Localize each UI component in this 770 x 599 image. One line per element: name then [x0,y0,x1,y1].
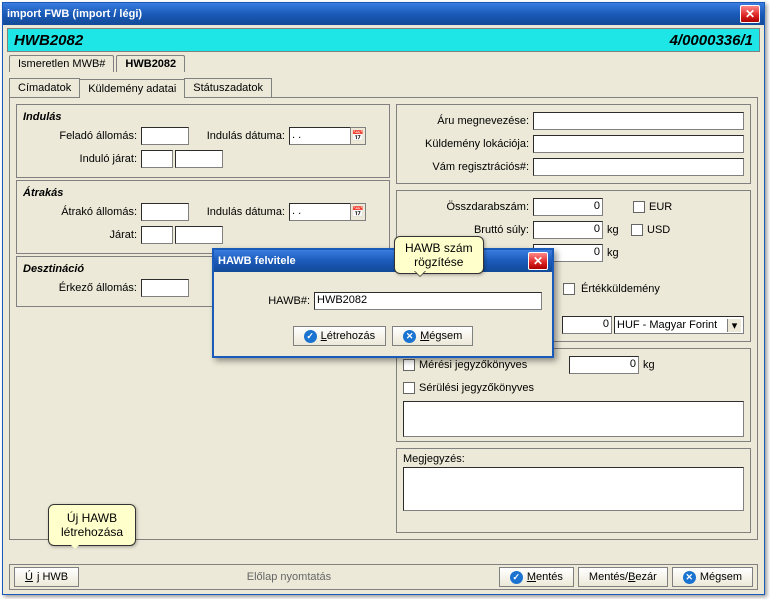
label-erkezo: Érkező állomás: [23,282,141,294]
textarea-jegyzokonyv[interactable] [403,401,744,437]
window-title: import FWB (import / légi) [7,8,740,20]
balloon-rogzites-line2: rögzítése [405,255,473,269]
chevron-down-icon: ▾ [727,319,741,332]
label-felado: Feladó állomás: [23,130,141,142]
button-uj-hwb[interactable]: ÚÚj HWBj HWB [14,567,79,587]
label-atrako: Átrakó állomás: [23,206,141,218]
input-atrako[interactable] [141,203,189,221]
balloon-rogzites-line1: HAWB szám [405,241,473,255]
label-usd: USD [647,224,670,236]
group-indulas-label: Indulás [23,111,383,123]
subtab-statusz[interactable]: Státuszadatok [184,78,272,97]
balloon-rogzites: HAWB szám rögzítése [394,236,484,274]
dialog-hawb: HAWB felvitele ✕ HAWB#: HWB2082 ✓ Létreh… [212,248,554,358]
checkbox-eur[interactable] [633,201,645,213]
input-hawb[interactable]: HWB2082 [314,292,542,310]
group-jegyzokonyv: Mérési jegyzőkönyves 0 kg Sérülési jegyz… [396,348,751,442]
input-vam[interactable] [533,158,744,176]
balloon-uj-line2: létrehozása [61,525,123,539]
tab-unknown-mwb[interactable]: Ismeretlen MWB# [9,55,114,72]
input-aru[interactable] [533,112,744,130]
checkbox-ertek[interactable] [563,283,575,295]
checkbox-usd[interactable] [631,224,643,236]
button-mentes-bezar[interactable]: Mentés/Bezár Mentés/Bezár [578,567,668,587]
input-jarat-1[interactable] [141,226,173,244]
input-ind-datum[interactable]: . . [289,127,351,145]
input-erkezo[interactable] [141,279,189,297]
checkbox-meresi[interactable] [403,359,415,371]
input-atr-datum[interactable]: . . [289,203,351,221]
x-icon: ✕ [683,571,696,584]
input-jarat-2[interactable] [175,226,223,244]
balloon-uj-hawb: Új HAWB létrehozása [48,504,136,546]
unit-kg3: kg [643,359,655,371]
group-megjegyzes: Megjegyzés: [396,448,751,533]
label-aru: Áru megnevezése: [403,115,533,127]
button-letrehozas[interactable]: ✓ Létrehozás Létrehozás [293,326,386,346]
input-brutto[interactable]: 0 [533,221,603,239]
calendar-icon[interactable]: 📅 [350,127,366,145]
calendar-icon[interactable]: 📅 [350,203,366,221]
label-indulo-jarat: Induló járat: [23,153,141,165]
group-aru: Áru megnevezése: Küldemény lokációja: Vá… [396,104,751,184]
label-atr-datum: Indulás dátuma: [189,206,289,218]
input-felado[interactable] [141,127,189,145]
input-indulo-jarat-2[interactable] [175,150,223,168]
label-vam: Vám regisztrációs#: [403,161,533,173]
x-icon: ✕ [403,330,416,343]
button-mentes[interactable]: ✓ Mentés Mentés [499,567,574,587]
window-titlebar: import FWB (import / légi) ✕ [3,3,764,25]
group-atrakas: Átrakás Átrakó állomás: Indulás dátuma: … [16,180,390,254]
group-indulas: Indulás Feladó állomás: Indulás dátuma: … [16,104,390,178]
textarea-megjegyzes[interactable] [403,467,744,511]
header-hwb: HWB2082 [14,32,83,49]
balloon-uj-line1: Új HAWB [61,511,123,525]
label-eur: EUR [649,201,672,213]
window-close-button[interactable]: ✕ [740,5,760,23]
header-bar: HWB2082 4/0000336/1 [7,28,760,52]
input-indulo-jarat-1[interactable] [141,150,173,168]
input-osszdarab[interactable]: 0 [533,198,603,216]
input-currency-val[interactable]: 0 [562,316,612,334]
label-ertek: Értékküldemény [581,283,660,295]
select-currency-text: HUF - Magyar Forint [617,319,717,331]
label-jarat: Járat: [23,229,141,241]
label-meresi: Mérési jegyzőkönyves [419,359,569,371]
subtab-kuldemeny[interactable]: Küldemény adatai [79,79,185,98]
label-ind-datum: Indulás dátuma: [189,130,289,142]
label-serulesi: Sérülési jegyzőkönyves [419,382,534,394]
label-brutto: Bruttó súly: [403,224,533,236]
unit-kg1: kg [607,224,631,236]
tab-hwb[interactable]: HWB2082 [116,55,185,72]
checkbox-serulesi[interactable] [403,382,415,394]
header-code: 4/0000336/1 [670,32,753,49]
label-elolap: Előlap nyomtatás [247,571,331,583]
unit-kg2: kg [607,247,619,259]
label-hawb: HAWB#: [224,295,314,307]
dialog-titlebar: HAWB felvitele ✕ [214,250,552,272]
check-icon: ✓ [510,571,523,584]
button-dialog-megsem[interactable]: ✕ Mégsem Mégsem [392,326,473,346]
check-icon: ✓ [304,330,317,343]
input-lok[interactable] [533,135,744,153]
select-currency[interactable]: HUF - Magyar Forint ▾ [614,316,744,334]
group-atrakas-label: Átrakás [23,187,383,199]
dialog-close-button[interactable]: ✕ [528,252,548,270]
label-osszdarab: Összdarabszám: [403,201,533,213]
button-megsem[interactable]: ✕ Mégsem Mégsem [672,567,753,587]
input-meresi[interactable]: 0 [569,356,639,374]
label-lok: Küldemény lokációja: [403,138,533,150]
subtab-cimadatok[interactable]: Címadatok [9,78,80,97]
label-megjegyzes: Megjegyzés: [403,453,744,465]
